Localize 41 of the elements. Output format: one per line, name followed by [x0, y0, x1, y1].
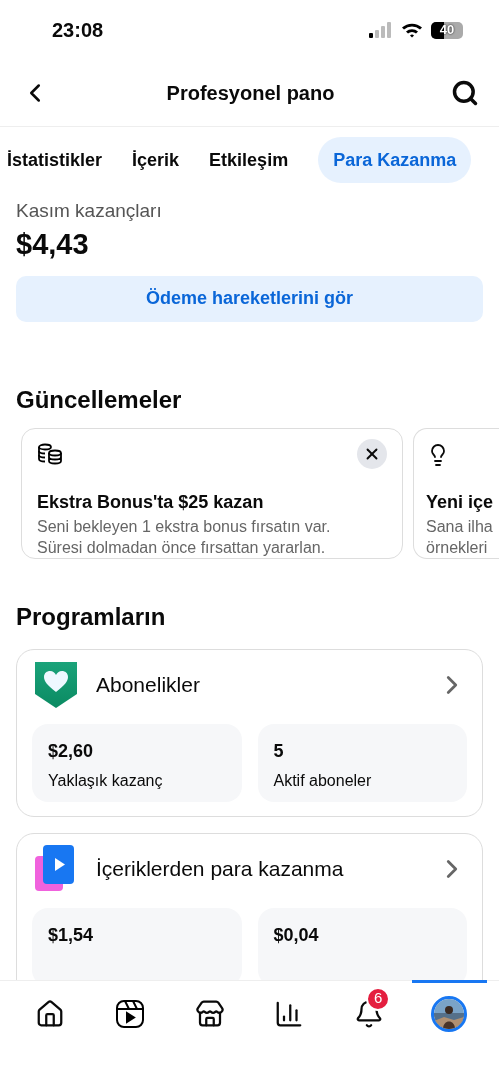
stat-value: $0,04	[273, 923, 320, 947]
heart-shield-icon	[35, 661, 77, 708]
update-description: Sana ilha	[426, 516, 494, 537]
earnings-amount: $4,43	[16, 226, 90, 262]
update-card[interactable]: Ekstra Bonus'ta $25 kazan Seni bekleyen 1 ekstra bonus fırsatın var. Süresi dolmadan önce fırsattan yararlan.	[21, 427, 403, 559]
tab[interactable]: Para Kazanma	[318, 137, 472, 183]
stat-label: Yaklaşık kazanç	[48, 770, 164, 791]
close-button[interactable]	[357, 438, 387, 469]
reels-icon[interactable]	[114, 998, 145, 1029]
update-title: Yeni içe	[426, 490, 495, 514]
section-title: Programların	[15, 601, 167, 632]
update-description: Süresi dolmadan önce fırsattan yararlan.	[37, 537, 327, 558]
update-card[interactable]: Yeni içe Sana ilha örnekleri	[413, 427, 499, 559]
stat-value: $1,54	[48, 923, 95, 947]
nav-tab[interactable]: 6	[331, 980, 407, 1044]
tab[interactable]: İstatistikler	[7, 137, 129, 183]
page-title: Profesyonel pano	[166, 81, 335, 106]
coin-stacks-icon	[37, 442, 63, 465]
wifi-icon	[401, 22, 423, 38]
tab[interactable]: Etkileşim	[209, 137, 315, 183]
payouts-button[interactable]: Ödeme hareketlerini gör	[16, 275, 483, 322]
program-name: İçeriklerden para kazanma	[96, 856, 345, 882]
update-title: Ekstra Bonus'ta $25 kazan	[37, 490, 265, 514]
signal-icon	[369, 22, 393, 38]
section-title: Güncellemeler	[15, 384, 183, 415]
program-name: Abonelikler	[96, 672, 201, 698]
program-card[interactable]: İçeriklerden para kazanma $1,54 $0,04	[16, 832, 483, 980]
earnings-label: Kasım kazançları	[16, 199, 163, 223]
profile-avatar[interactable]	[431, 995, 468, 1032]
stat-value: $2,60	[48, 739, 95, 763]
tab[interactable]: İçerik	[132, 137, 206, 183]
program-card[interactable]: Abonelikler $2,60 Yaklaşık kazanç 5 Aktif aboneler	[16, 648, 483, 817]
search-icon[interactable]	[451, 79, 479, 107]
video-cards-icon	[35, 844, 77, 893]
status-time: 23:08	[52, 18, 104, 43]
update-description: Seni bekleyen 1 ekstra bonus fırsatın var.	[37, 516, 332, 537]
stat-value: 5	[273, 739, 285, 763]
notification-count: 6	[366, 986, 391, 1011]
shop-icon[interactable]	[194, 998, 225, 1029]
update-description: örnekleri	[426, 537, 489, 558]
stat-label: Aktif aboneler	[273, 770, 373, 791]
